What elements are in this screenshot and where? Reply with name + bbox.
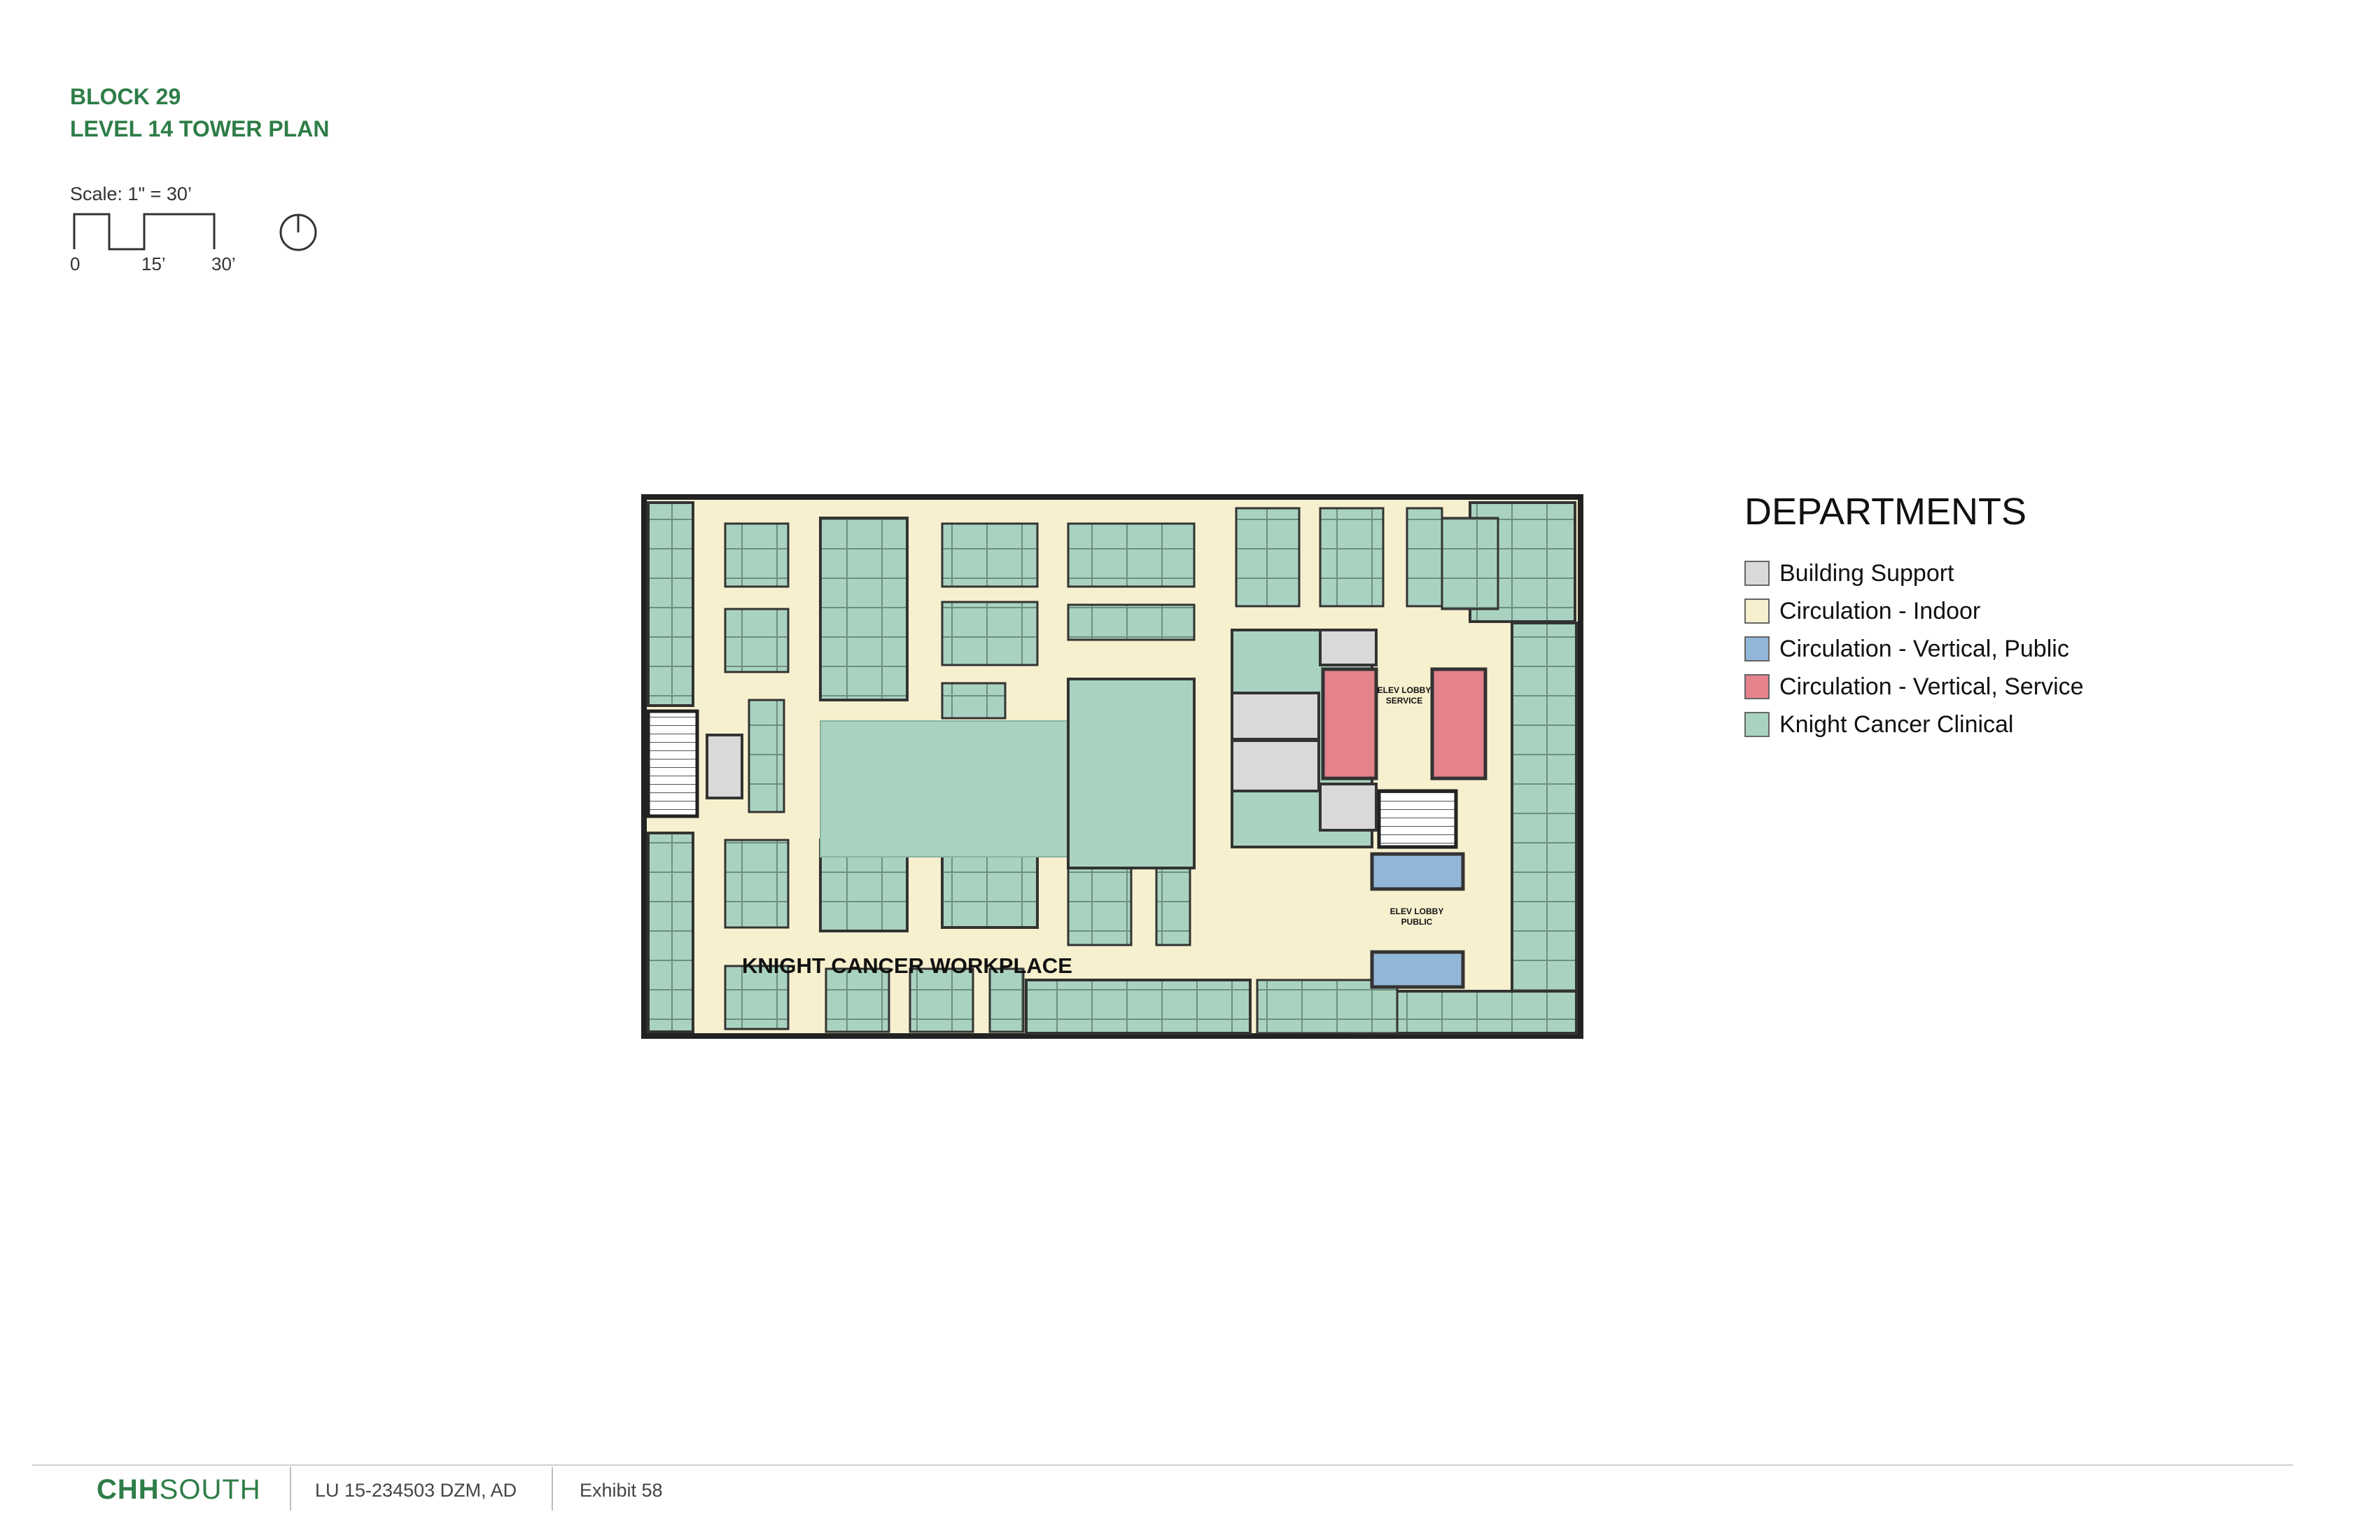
legend-label: Circulation - Vertical, Service xyxy=(1779,673,2084,700)
service-elevators-east xyxy=(1430,667,1488,780)
support-room-3 xyxy=(1319,629,1378,666)
legend-label: Building Support xyxy=(1779,559,1954,587)
public-lobby-label-2: PUBLIC xyxy=(1401,917,1433,927)
plan-title-block: BLOCK 29 xyxy=(70,84,181,109)
service-lobby-label-2: SERVICE xyxy=(1386,696,1422,706)
legend-label: Circulation - Vertical, Public xyxy=(1779,635,2069,662)
support-room-1 xyxy=(1231,692,1320,741)
public-lobby-label-1: ELEV LOBBY xyxy=(1390,906,1444,916)
footer-logo-light: SOUTH xyxy=(159,1474,261,1505)
scale-tick-15: 15’ xyxy=(141,253,166,274)
floor-plan: KNIGHT CANCER WORKPLACE ELEV LOBBY SERVI… xyxy=(641,494,1583,1039)
legend-item-vertical-public: Circulation - Vertical, Public xyxy=(1744,634,2069,664)
footer-exhibit: Exhibit 58 xyxy=(580,1480,663,1501)
footer-logo-bold: CHH xyxy=(97,1474,160,1505)
footer-project-ref: LU 15-234503 DZM, AD xyxy=(315,1480,517,1501)
west-offices-north xyxy=(647,501,694,707)
west-offices-south xyxy=(647,832,694,1033)
public-elevators-south xyxy=(1370,950,1465,989)
footer-divider xyxy=(32,1464,2293,1466)
legend-item-building-support: Building Support xyxy=(1744,559,1954,588)
east-offices xyxy=(1511,622,1578,1030)
legend-label: Circulation - Indoor xyxy=(1779,597,1981,624)
legend-swatch xyxy=(1744,674,1770,699)
legend-swatch xyxy=(1744,636,1770,662)
public-elevators-north xyxy=(1370,852,1465,891)
support-room-4 xyxy=(1319,783,1378,832)
scale-tick-30: 30’ xyxy=(211,253,236,274)
footer-logo: CHHSOUTH xyxy=(97,1474,261,1506)
west-support-room xyxy=(706,734,743,799)
service-lobby-label-1: ELEV LOBBY xyxy=(1378,685,1432,695)
footer-separator xyxy=(290,1467,291,1511)
legend-item-knight-cancer-clinical: Knight Cancer Clinical xyxy=(1744,710,2014,739)
core-stair xyxy=(1377,789,1458,849)
scale-label: Scale: 1" = 30’ xyxy=(70,183,192,204)
plan-title-level: LEVEL 14 TOWER PLAN xyxy=(70,116,330,141)
support-room-2 xyxy=(1231,739,1320,792)
scale-bar-graphic xyxy=(73,213,216,251)
conference-suite xyxy=(1067,678,1196,869)
legend-title: DEPARTMENTS xyxy=(1744,491,2027,533)
footer-separator xyxy=(552,1467,553,1511)
service-elevators-west xyxy=(1321,667,1378,780)
legend-label: Knight Cancer Clinical xyxy=(1779,710,2014,738)
legend-swatch xyxy=(1744,561,1770,586)
legend-swatch xyxy=(1744,712,1770,737)
legend-item-circulation-indoor: Circulation - Indoor xyxy=(1744,596,1980,626)
workplace-label: KNIGHT CANCER WORKPLACE xyxy=(742,953,1072,978)
legend-item-vertical-service: Circulation - Vertical, Service xyxy=(1744,672,2084,701)
legend-swatch xyxy=(1744,598,1770,624)
north-arrow-icon xyxy=(279,214,317,251)
west-stair xyxy=(646,709,699,818)
scale-tick-0: 0 xyxy=(70,253,80,274)
